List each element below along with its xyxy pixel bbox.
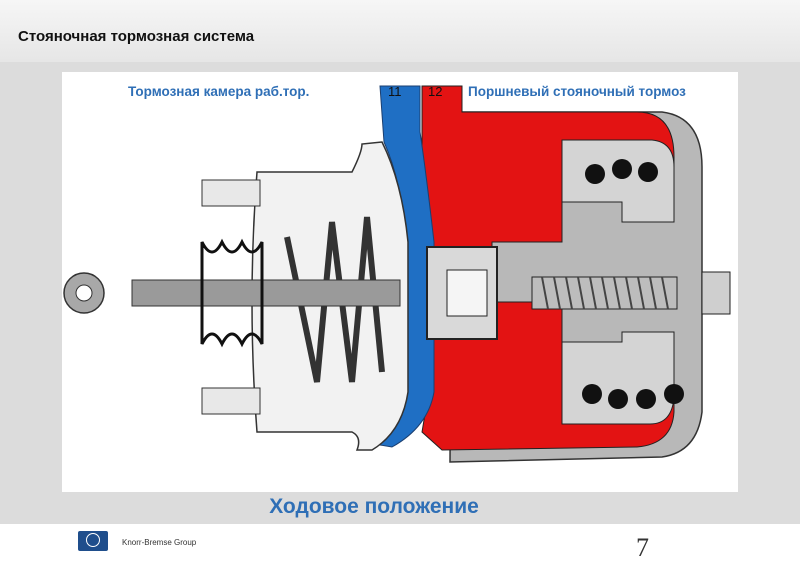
spring-coil	[638, 162, 658, 182]
slide-header: Стояночная тормозная система	[0, 0, 800, 62]
brand-text: Knorr-Bremse Group	[122, 538, 197, 547]
service-brake-chamber-label: Тормозная камера раб.тор.	[128, 84, 310, 99]
port-11-label: 11	[388, 84, 402, 99]
mounting-stud-top	[201, 179, 261, 207]
spring-recess-lower	[561, 331, 675, 425]
spring-coil	[612, 159, 632, 179]
push-rod	[131, 279, 401, 307]
spring-coil	[585, 164, 605, 184]
position-caption: Ходовое положение	[269, 495, 479, 518]
spring-brake-label: Поршневый стояночный тормоз	[468, 84, 686, 99]
diagram-panel: Тормозная камера раб.тор. 11 12 Поршневы…	[62, 72, 738, 492]
page-number: 7	[636, 533, 649, 562]
mounting-stud-bottom	[201, 387, 261, 415]
slide-title: Стояночная тормозная система	[18, 28, 255, 45]
knorr-bremse-logo	[78, 531, 108, 551]
check-valve	[446, 269, 488, 317]
brake-cylinder-cutaway	[63, 85, 731, 463]
spring-coil	[608, 389, 628, 409]
footer	[0, 524, 800, 554]
spring-coil	[636, 389, 656, 409]
spring-coil	[664, 384, 684, 404]
spring-coil	[582, 384, 602, 404]
screw-nut	[701, 271, 731, 315]
port-12-label: 12	[428, 84, 443, 99]
logo-k-icon	[86, 533, 100, 547]
rod-eye-hole	[75, 284, 93, 302]
